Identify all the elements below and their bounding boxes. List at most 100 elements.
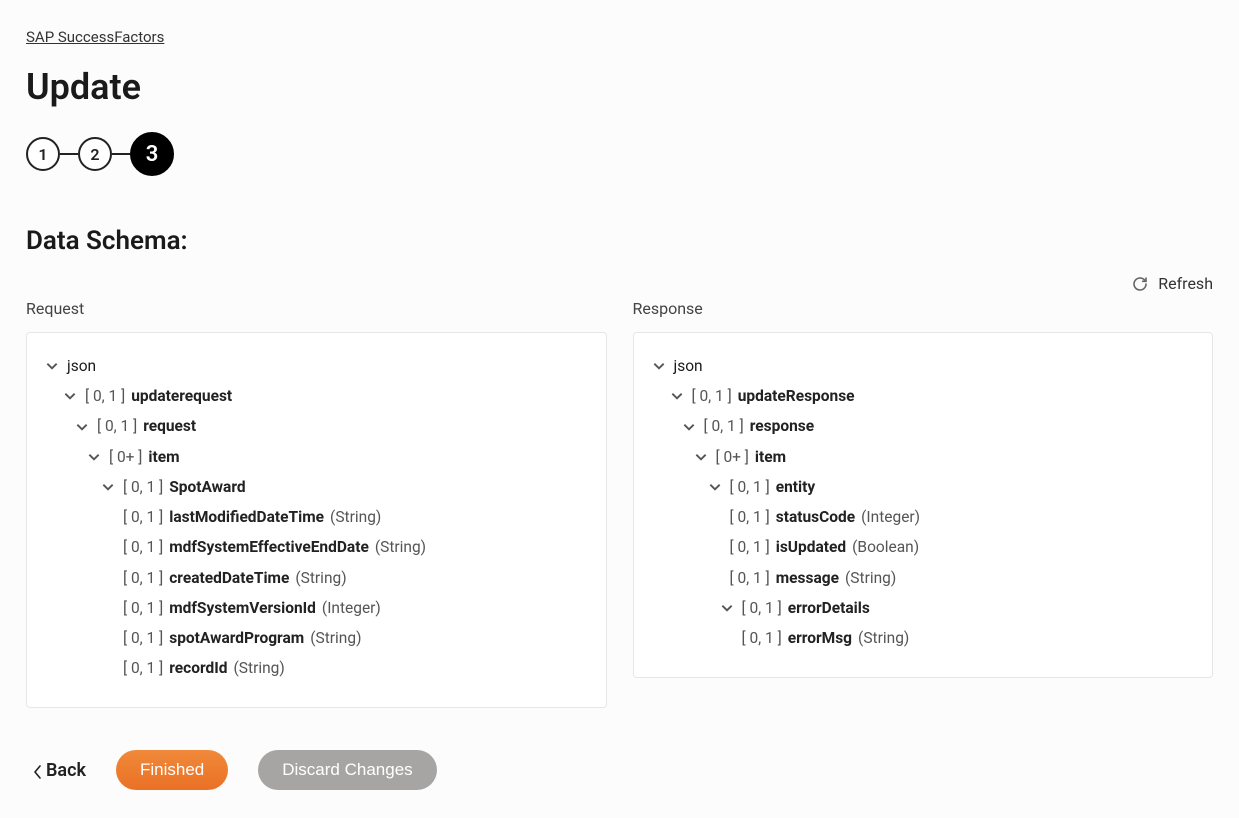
field-type: (String) [310,623,361,653]
tree-node-updaterequest[interactable]: [ 0, 1 ] updaterequest [45,381,588,411]
tree-field: [ 0, 1 ] mdfSystemEffectiveEndDate (Stri… [45,532,588,562]
back-button[interactable]: Back [34,760,86,781]
chevron-down-icon[interactable] [101,480,115,494]
node-name: response [750,411,814,441]
refresh-button[interactable]: Refresh [1132,274,1213,293]
tree-field: [ 0, 1 ] message (String) [652,563,1195,593]
chevron-down-icon[interactable] [720,601,734,615]
tree-field: [ 0, 1 ] errorMsg (String) [652,623,1195,653]
node-cardinality: [ 0, 1 ] [692,381,732,411]
field-cardinality: [ 0, 1 ] [123,623,163,653]
request-panel: json [ 0, 1 ] updaterequest [ 0, 1 ] req… [26,332,607,708]
tree-node-updateresponse[interactable]: [ 0, 1 ] updateResponse [652,381,1195,411]
field-type: (String) [845,563,896,593]
tree-node-json[interactable]: json [45,351,588,381]
node-cardinality: [ 0+ ] [716,442,749,472]
field-cardinality: [ 0, 1 ] [730,502,770,532]
field-type: (Integer) [322,593,381,623]
step-connector [60,153,78,155]
node-name: updateResponse [738,381,855,411]
stepper: 1 2 3 [26,132,1213,176]
field-name: spotAwardProgram [169,623,304,653]
chevron-down-icon[interactable] [708,480,722,494]
tree-node-entity[interactable]: [ 0, 1 ] entity [652,472,1195,502]
node-cardinality: [ 0, 1 ] [730,472,770,502]
field-cardinality: [ 0, 1 ] [730,563,770,593]
field-type: (Boolean) [852,532,919,562]
node-cardinality: [ 0, 1 ] [742,593,782,623]
response-panel: json [ 0, 1 ] updateResponse [ 0, 1 ] re… [633,332,1214,678]
chevron-left-icon [34,763,42,777]
node-cardinality: [ 0, 1 ] [85,381,125,411]
page-title: Update [26,66,1213,108]
chevron-down-icon[interactable] [652,359,666,373]
node-name: updaterequest [131,381,232,411]
tree-field: [ 0, 1 ] statusCode (Integer) [652,502,1195,532]
node-cardinality: [ 0, 1 ] [97,411,137,441]
chevron-down-icon[interactable] [63,389,77,403]
back-label: Back [46,760,86,781]
chevron-down-icon[interactable] [694,450,708,464]
tree-node-errordetails[interactable]: [ 0, 1 ] errorDetails [652,593,1195,623]
tree-node-spotaward[interactable]: [ 0, 1 ] SpotAward [45,472,588,502]
node-cardinality: [ 0, 1 ] [123,472,163,502]
field-name: mdfSystemVersionId [169,593,316,623]
step-3[interactable]: 3 [130,132,174,176]
tree-field: [ 0, 1 ] recordId (String) [45,653,588,683]
tree-field: [ 0, 1 ] mdfSystemVersionId (Integer) [45,593,588,623]
node-label: json [67,351,96,381]
chevron-down-icon[interactable] [75,420,89,434]
discard-changes-button[interactable]: Discard Changes [258,750,436,790]
field-name: lastModifiedDateTime [169,502,324,532]
field-cardinality: [ 0, 1 ] [123,593,163,623]
field-name: createdDateTime [169,563,289,593]
chevron-down-icon[interactable] [45,359,59,373]
finished-button[interactable]: Finished [116,750,228,790]
field-type: (String) [233,653,284,683]
node-name: SpotAward [169,472,245,502]
field-type: (String) [858,623,909,653]
refresh-icon [1132,276,1148,292]
field-name: isUpdated [776,532,846,562]
node-name: item [148,442,179,472]
node-name: entity [776,472,815,502]
refresh-label: Refresh [1158,274,1213,293]
step-2[interactable]: 2 [78,137,112,171]
field-cardinality: [ 0, 1 ] [123,532,163,562]
field-cardinality: [ 0, 1 ] [123,563,163,593]
field-cardinality: [ 0, 1 ] [123,653,163,683]
field-type: (Integer) [861,502,920,532]
tree-field: [ 0, 1 ] spotAwardProgram (String) [45,623,588,653]
field-type: (String) [375,532,426,562]
tree-field: [ 0, 1 ] isUpdated (Boolean) [652,532,1195,562]
node-name: item [755,442,786,472]
tree-field: [ 0, 1 ] createdDateTime (String) [45,563,588,593]
field-type: (String) [295,563,346,593]
field-name: statusCode [776,502,855,532]
breadcrumb-link[interactable]: SAP SuccessFactors [26,28,164,46]
field-cardinality: [ 0, 1 ] [730,532,770,562]
tree-node-item[interactable]: [ 0+ ] item [45,442,588,472]
field-cardinality: [ 0, 1 ] [123,502,163,532]
tree-node-response[interactable]: [ 0, 1 ] response [652,411,1195,441]
field-type: (String) [330,502,381,532]
node-cardinality: [ 0, 1 ] [704,411,744,441]
node-name: request [143,411,196,441]
request-heading: Request [26,299,607,318]
step-1[interactable]: 1 [26,137,60,171]
chevron-down-icon[interactable] [682,420,696,434]
section-title: Data Schema: [26,226,1213,256]
step-connector [112,153,130,155]
node-name: errorDetails [788,593,870,623]
tree-node-item[interactable]: [ 0+ ] item [652,442,1195,472]
field-name: recordId [169,653,227,683]
field-name: mdfSystemEffectiveEndDate [169,532,369,562]
field-cardinality: [ 0, 1 ] [742,623,782,653]
chevron-down-icon[interactable] [87,450,101,464]
field-name: errorMsg [788,623,852,653]
tree-field: [ 0, 1 ] lastModifiedDateTime (String) [45,502,588,532]
tree-node-request[interactable]: [ 0, 1 ] request [45,411,588,441]
node-cardinality: [ 0+ ] [109,442,142,472]
tree-node-json[interactable]: json [652,351,1195,381]
chevron-down-icon[interactable] [670,389,684,403]
